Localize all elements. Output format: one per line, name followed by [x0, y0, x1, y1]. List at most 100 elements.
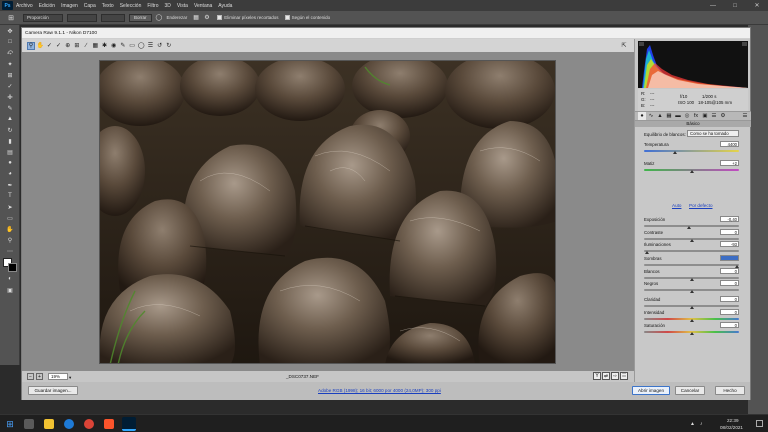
zoom-level-field[interactable]: 19% [48, 373, 68, 380]
slider-value-hl[interactable]: -93 [720, 241, 739, 247]
dodge-tool-icon[interactable]: ◕ [3, 169, 17, 179]
stamp-tool-icon[interactable]: ▲ [3, 114, 17, 124]
red-eye-tool-icon[interactable]: ◉ [110, 42, 118, 50]
adjustment-brush-tool-icon[interactable]: ✎ [119, 42, 127, 50]
copy-settings-icon[interactable]: ⇨ [611, 372, 619, 380]
transform-tool-icon[interactable]: ▦ [91, 42, 99, 50]
hsl-tab-icon[interactable]: ▦ [665, 112, 673, 120]
done-button[interactable]: Hecho [715, 386, 745, 395]
menu-texto[interactable]: Texto [102, 3, 114, 9]
presets-tab-icon[interactable]: ☰ [710, 112, 718, 120]
graduated-filter-tool-icon[interactable]: ▭ [128, 42, 136, 50]
windows-start-icon[interactable]: ⊞ [5, 419, 15, 429]
zoom-in-icon[interactable]: + [36, 373, 43, 380]
zoom-out-icon[interactable]: − [27, 373, 34, 380]
white-balance-tool-icon[interactable]: ✓ [45, 42, 53, 50]
blur-tool-icon[interactable]: ● [3, 158, 17, 168]
zoom-tool-icon[interactable]: ⚲ [3, 235, 17, 245]
slider-handle-hl[interactable] [644, 251, 649, 254]
slider-handle-tint[interactable] [690, 170, 695, 173]
quick-mask-icon[interactable]: ◐ [3, 274, 17, 284]
slider-value-bl[interactable]: 0 [720, 280, 739, 286]
preview-canvas[interactable] [22, 52, 634, 394]
slider-handle-cla[interactable] [689, 306, 694, 309]
snapshots-tab-icon[interactable]: ⚙ [719, 112, 727, 120]
toggle-settings-icon[interactable]: ☷ [620, 372, 628, 380]
slider-value-con[interactable]: 0 [720, 229, 739, 235]
brush-tool-icon[interactable]: ✎ [3, 103, 17, 113]
swap-settings-icon[interactable]: ⇄ [602, 372, 610, 380]
taskbar-time[interactable]: 22:39 [727, 418, 739, 423]
more-tools-icon[interactable]: ⋯ [3, 246, 17, 256]
menu-archivo[interactable]: Archivo [16, 3, 33, 9]
menu-edicion[interactable]: Edición [39, 3, 55, 9]
rotate-right-icon[interactable]: ↻ [165, 42, 173, 50]
ratio-height-input[interactable] [101, 13, 125, 22]
photoshop-taskbar-icon[interactable] [122, 417, 136, 431]
slider-track-exp[interactable] [644, 225, 739, 227]
gear-icon[interactable]: ⚙ [204, 14, 212, 22]
menu-ventana[interactable]: Ventana [194, 3, 212, 9]
pen-tool-icon[interactable]: ✒ [3, 180, 17, 190]
color-swatches[interactable] [3, 258, 17, 272]
slider-track-hl[interactable] [644, 250, 739, 252]
detail-tab-icon[interactable]: ▲ [656, 112, 664, 120]
slider-value-wh[interactable]: 0 [720, 268, 739, 274]
menu-vista[interactable]: Vista [177, 3, 188, 9]
chrome-browser-icon[interactable] [84, 419, 94, 429]
minimize-icon[interactable]: — [702, 0, 724, 11]
zoom-tool-icon[interactable]: ⚲ [27, 41, 35, 50]
slider-track-temp[interactable] [644, 150, 739, 152]
straighten-icon[interactable]: ◯ [156, 14, 164, 22]
save-image-button[interactable]: Guardar imagen... [28, 386, 78, 395]
slider-track-sh[interactable] [644, 264, 739, 266]
straighten-tool-icon[interactable]: ∕ [82, 42, 90, 50]
menu-seleccion[interactable]: Selección [120, 3, 142, 9]
slider-handle-wh[interactable] [689, 278, 694, 281]
notifications-icon[interactable] [756, 420, 763, 427]
workflow-options-link[interactable]: Adobe RGB (1998); 16 bit; 6000 por 4000 … [318, 388, 441, 393]
rotate-left-icon[interactable]: ↺ [156, 42, 164, 50]
slider-value-temp[interactable]: 4400 [720, 141, 739, 147]
lens-tab-icon[interactable]: ◎ [683, 112, 691, 120]
eraser-tool-icon[interactable]: ▮ [3, 136, 17, 146]
brave-browser-icon[interactable] [104, 419, 114, 429]
clear-button[interactable]: Borrar [129, 13, 152, 22]
gradient-tool-icon[interactable]: ▤ [3, 147, 17, 157]
slider-handle-bl[interactable] [689, 290, 694, 293]
lasso-tool-icon[interactable]: ⤽ [3, 48, 17, 58]
split-toning-tab-icon[interactable]: ▬ [674, 112, 682, 120]
screen-mode-icon[interactable]: ▣ [3, 285, 17, 295]
basic-tab-icon[interactable]: ● [638, 112, 646, 120]
slider-handle-temp[interactable] [673, 151, 678, 154]
hand-tool-icon[interactable]: ✋ [3, 224, 17, 234]
open-image-button[interactable]: Abrir imagen [632, 386, 670, 395]
menu-capa[interactable]: Capa [84, 3, 96, 9]
content-aware-checkbox[interactable] [284, 15, 290, 20]
panel-menu-icon[interactable]: ☰ [741, 112, 749, 120]
slider-value-vib[interactable]: 0 [720, 309, 739, 315]
camera-calibration-tab-icon[interactable]: ▣ [701, 112, 709, 120]
slider-handle-vib[interactable] [689, 319, 694, 322]
slider-value-sh[interactable] [720, 255, 739, 261]
slider-handle-exp[interactable] [686, 226, 691, 229]
targeted-adjust-tool-icon[interactable]: ⊕ [64, 42, 72, 50]
close-icon[interactable]: ✕ [746, 0, 768, 11]
menu-filtro[interactable]: Filtro [147, 3, 158, 9]
edge-browser-icon[interactable] [64, 419, 74, 429]
shape-tool-icon[interactable]: ▭ [3, 213, 17, 223]
eyedropper-tool-icon[interactable]: ✓ [3, 81, 17, 91]
history-brush-tool-icon[interactable]: ↻ [3, 125, 17, 135]
preferences-icon[interactable]: ☰ [146, 42, 154, 50]
cancel-button[interactable]: Cancelar [675, 386, 705, 395]
healing-tool-icon[interactable]: ✙ [3, 92, 17, 102]
white-balance-select[interactable]: Como se ha tomado [687, 130, 739, 137]
ratio-select[interactable]: Proporción [23, 13, 63, 22]
volume-icon[interactable]: ♪ [700, 421, 706, 427]
task-view-icon[interactable] [24, 419, 34, 429]
slider-value-tint[interactable]: +2 [720, 160, 739, 166]
file-explorer-icon[interactable] [44, 419, 54, 429]
straighten-label[interactable]: Enderezar [167, 15, 188, 20]
photoshop-logo-icon[interactable]: Ps [2, 1, 13, 10]
slider-handle-sat[interactable] [689, 332, 694, 335]
